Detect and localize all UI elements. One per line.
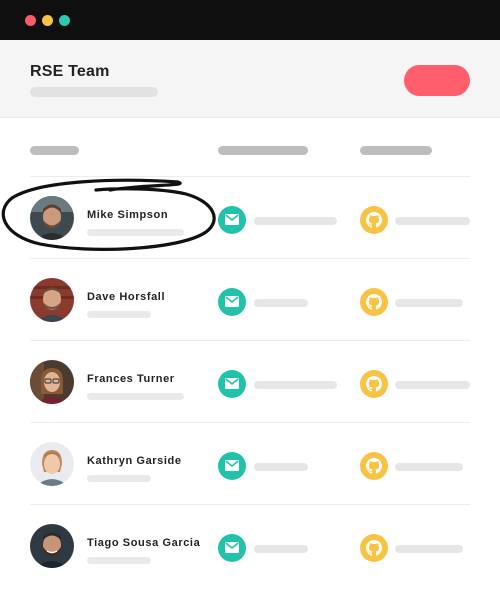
list-item[interactable]: Mike Simpson [30, 176, 470, 258]
window-minimize-button[interactable] [42, 15, 53, 26]
github-icon[interactable] [360, 206, 388, 234]
github-icon[interactable] [360, 370, 388, 398]
page-title: RSE Team [30, 63, 110, 80]
mail-icon[interactable] [218, 370, 246, 398]
title-bar [0, 0, 500, 40]
member-role-placeholder [87, 557, 151, 564]
github-icon[interactable] [360, 534, 388, 562]
member-role-placeholder [87, 393, 184, 400]
list-item[interactable]: Frances Turner [30, 340, 470, 422]
list-item[interactable]: Tiago Sousa Garcia [30, 504, 470, 586]
github-placeholder [395, 381, 470, 389]
github-icon[interactable] [360, 288, 388, 316]
github-placeholder [395, 299, 463, 307]
window-maximize-button[interactable] [59, 15, 70, 26]
mail-icon[interactable] [218, 534, 246, 562]
member-name: Tiago Sousa Garcia [87, 537, 201, 549]
member-name: Mike Simpson [87, 209, 169, 221]
email-placeholder [254, 545, 308, 553]
mail-icon[interactable] [218, 206, 246, 234]
avatar [30, 360, 74, 404]
avatar [30, 278, 74, 322]
avatar [30, 442, 74, 486]
member-role-placeholder [87, 229, 184, 236]
email-placeholder [254, 463, 308, 471]
team-header: RSE Team [0, 40, 500, 118]
window-close-button[interactable] [25, 15, 36, 26]
member-name: Dave Horsfall [87, 291, 166, 303]
email-placeholder [254, 217, 337, 225]
header-action-button[interactable] [404, 65, 470, 96]
mail-icon[interactable] [218, 288, 246, 316]
github-placeholder [395, 463, 463, 471]
email-placeholder [254, 381, 337, 389]
header-subtitle-placeholder [30, 87, 158, 97]
mail-icon[interactable] [218, 452, 246, 480]
column-header-member [30, 146, 79, 155]
column-header-github [360, 146, 432, 155]
member-role-placeholder [87, 475, 151, 482]
github-placeholder [395, 545, 463, 553]
list-item[interactable]: Kathryn Garside [30, 422, 470, 504]
email-placeholder [254, 299, 308, 307]
app-window: RSE Team Mike Simpson Dave Horsfall Fran… [0, 0, 500, 604]
github-icon[interactable] [360, 452, 388, 480]
member-name: Kathryn Garside [87, 455, 182, 467]
member-name: Frances Turner [87, 373, 175, 385]
avatar [30, 524, 74, 568]
github-placeholder [395, 217, 470, 225]
column-header-email [218, 146, 308, 155]
list-item[interactable]: Dave Horsfall [30, 258, 470, 340]
member-role-placeholder [87, 311, 151, 318]
avatar [30, 196, 74, 240]
